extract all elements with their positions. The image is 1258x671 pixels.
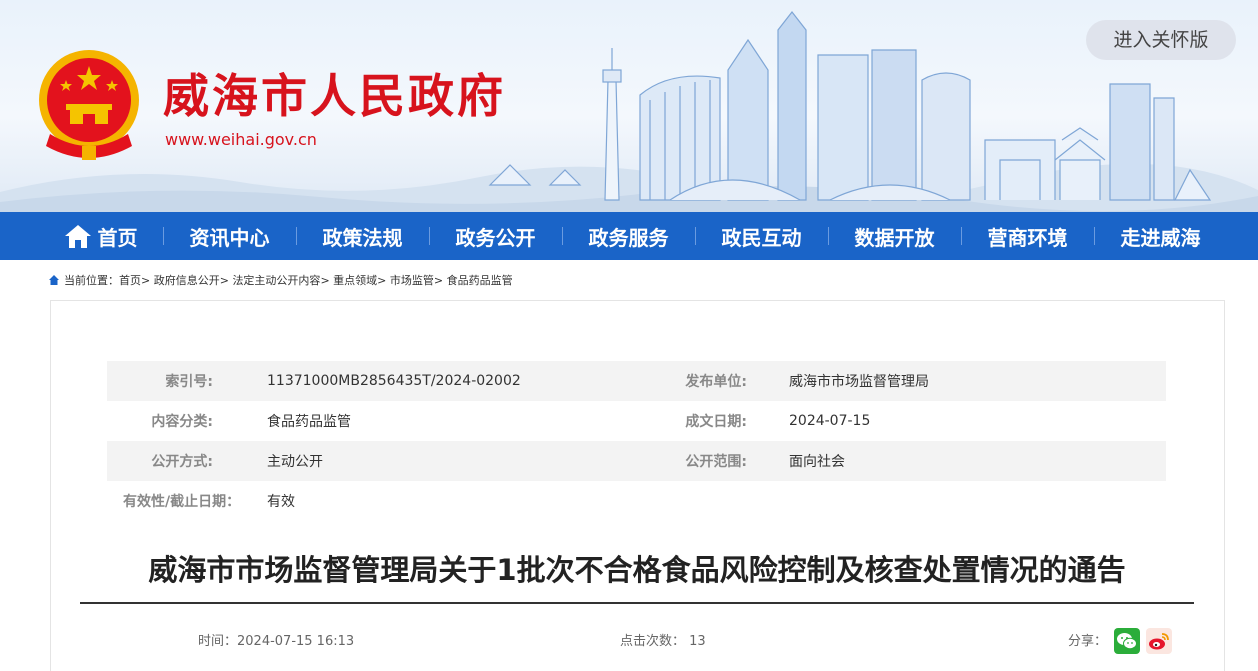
nav-item-open-data[interactable]: 数据开放 xyxy=(828,212,961,260)
publisher-value: 威海市市场监督管理局 xyxy=(789,374,929,390)
national-emblem-icon xyxy=(39,50,139,160)
category-value: 食品药品监管 xyxy=(267,414,351,430)
validity-value: 有效 xyxy=(267,494,295,510)
nav-item-news-center[interactable]: 资讯中心 xyxy=(163,212,296,260)
index-value: 11371000MB2856435T/2024-02002 xyxy=(267,373,521,389)
index-label: 索引号: xyxy=(165,374,213,390)
nav-item-about-weihai[interactable]: 走进威海 xyxy=(1094,212,1227,260)
breadcrumb-item-market-supervision[interactable]: 市场监管 xyxy=(390,272,434,288)
nav-item-public-interaction[interactable]: 政民互动 xyxy=(695,212,828,260)
location-icon xyxy=(49,275,59,285)
nav-item-policies[interactable]: 政策法规 xyxy=(296,212,429,260)
site-url[interactable]: www.weihai.gov.cn xyxy=(165,130,317,149)
metadata-row: 内容分类: 食品药品监管 成文日期: 2024-07-15 xyxy=(107,401,1166,441)
main-nav: 首页 资讯中心 政策法规 政务公开 政务服务 政民互动 数据开放 营商环境 走进… xyxy=(0,212,1258,260)
breadcrumb-prefix: 当前位置： xyxy=(64,274,119,287)
breadcrumb-item-food-drug[interactable]: 食品药品监管 xyxy=(447,272,513,288)
article-title: 威海市市场监督管理局关于1批次不合格食品风险控制及核查处置情况的通告 xyxy=(148,553,1126,587)
nav-item-government-disclosure[interactable]: 政务公开 xyxy=(429,212,562,260)
nav-item-home[interactable]: 首页 xyxy=(38,212,163,260)
site-header: 威海市人民政府 www.weihai.gov.cn 进入关怀版 xyxy=(0,0,1258,212)
date-value: 2024-07-15 xyxy=(789,413,871,429)
site-title[interactable]: 威海市人民政府 xyxy=(163,66,506,126)
validity-label: 有效性/截止日期： xyxy=(123,494,241,510)
date-label: 成文日期: xyxy=(685,414,747,430)
breadcrumb-separator: > xyxy=(320,273,330,287)
accessibility-mode-button[interactable]: 进入关怀版 xyxy=(1086,20,1236,60)
breadcrumb-item-home[interactable]: 首页 xyxy=(119,272,141,288)
breadcrumb-separator: > xyxy=(219,273,229,287)
publisher-label: 发布单位: xyxy=(685,374,747,390)
method-value: 主动公开 xyxy=(267,454,323,470)
click-count: 点击次数： 13 xyxy=(620,634,706,649)
metadata-row: 有效性/截止日期： 有效 xyxy=(107,481,1166,521)
metadata-row: 索引号: 11371000MB2856435T/2024-02002 发布单位:… xyxy=(107,361,1166,401)
nav-item-government-services[interactable]: 政务服务 xyxy=(562,212,695,260)
breadcrumb-separator: > xyxy=(141,273,151,287)
nav-item-business-environment[interactable]: 营商环境 xyxy=(961,212,1094,260)
category-label: 内容分类: xyxy=(151,414,213,430)
breadcrumb-separator: > xyxy=(377,273,387,287)
breadcrumb-item-key-areas[interactable]: 重点领域 xyxy=(333,272,377,288)
breadcrumb-separator: > xyxy=(433,273,444,287)
metadata-row: 公开方式: 主动公开 公开范围: 面向社会 xyxy=(107,441,1166,481)
scope-label: 公开范围: xyxy=(685,454,747,470)
wechat-icon[interactable] xyxy=(1114,628,1140,654)
document-metadata-table: 索引号: 11371000MB2856435T/2024-02002 发布单位:… xyxy=(107,361,1166,521)
title-divider xyxy=(80,602,1194,604)
nav-item-label: 首页 xyxy=(97,225,138,250)
publish-time: 时间：2024-07-15 16:13 xyxy=(198,634,355,649)
scope-value: 面向社会 xyxy=(789,454,845,470)
breadcrumb: 当前位置： 首页 > 政府信息公开 > 法定主动公开内容 > 重点领域 > 市场… xyxy=(48,271,513,289)
home-icon xyxy=(64,225,91,248)
weibo-icon[interactable] xyxy=(1146,628,1172,654)
breadcrumb-item-info-disclosure[interactable]: 政府信息公开 xyxy=(154,272,220,288)
share-label: 分享： xyxy=(1068,634,1108,649)
method-label: 公开方式: xyxy=(151,454,213,470)
breadcrumb-item-statutory-content[interactable]: 法定主动公开内容 xyxy=(232,272,320,288)
